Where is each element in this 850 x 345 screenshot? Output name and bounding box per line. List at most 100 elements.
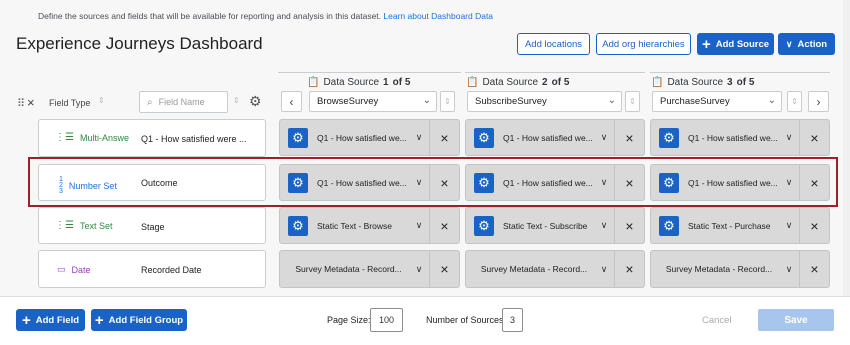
drag-handle-icon[interactable]: ⠿ xyxy=(17,97,25,110)
clipboard-icon: 📋 xyxy=(307,77,320,88)
chevron-down-icon: ⌄ xyxy=(767,95,776,106)
source-2-select[interactable]: SubscribeSurvey ⌄ xyxy=(467,91,622,112)
next-source-button[interactable]: › xyxy=(808,91,829,112)
settings-gear-icon[interactable]: ⚙ xyxy=(249,93,262,110)
add-org-hierarchies-button[interactable]: Add org hierarchies xyxy=(596,33,691,55)
close-icon[interactable]: × xyxy=(27,95,35,110)
chevron-down-icon[interactable]: ∨ xyxy=(409,220,429,231)
remove-icon[interactable]: × xyxy=(614,251,644,287)
mapping-value: Survey Metadata - Record... xyxy=(480,264,588,274)
source-2-divider xyxy=(465,72,645,73)
data-source-3-header: 📋 Data Source 3 of 5 xyxy=(651,77,754,88)
save-button[interactable]: Save xyxy=(758,309,834,331)
remove-icon[interactable]: × xyxy=(799,165,829,200)
source-3-select-value: PurchaseSurvey xyxy=(660,96,730,107)
chevron-down-icon: ∨ xyxy=(785,38,793,49)
chevron-down-icon[interactable]: ∨ xyxy=(409,177,429,188)
action-button[interactable]: ∨ Action xyxy=(778,33,835,55)
field-row-3[interactable]: ⋮☰ Text Set Stage xyxy=(38,207,266,244)
remove-icon[interactable]: × xyxy=(614,120,644,155)
remove-icon[interactable]: × xyxy=(429,251,459,287)
remove-icon[interactable]: × xyxy=(799,120,829,155)
remove-icon[interactable]: × xyxy=(614,165,644,200)
mapping-cell[interactable]: ⚙ Q1 - How satisfied we... ∨ × xyxy=(465,164,645,201)
source-1-select[interactable]: BrowseSurvey ⌄ xyxy=(309,91,437,112)
mapping-cell[interactable]: ⚙ Q1 - How satisfied we... ∨ × xyxy=(279,164,460,201)
chevron-down-icon[interactable]: ∨ xyxy=(779,264,799,275)
remove-icon[interactable]: × xyxy=(429,120,459,155)
source-1-sort-icon[interactable]: ⇕ xyxy=(440,91,455,112)
add-field-button[interactable]: + Add Field xyxy=(16,309,85,331)
sort-icon[interactable]: ⇕ xyxy=(98,96,105,105)
number-of-sources-input[interactable]: 3 xyxy=(502,308,523,332)
chevron-down-icon[interactable]: ∨ xyxy=(594,132,614,143)
remove-icon[interactable]: × xyxy=(799,251,829,287)
sort-name-icon[interactable]: ⇕ xyxy=(233,96,240,105)
mapping-cell[interactable]: ⚙ Static Text - Purchase ∨ × xyxy=(650,207,830,244)
gear-icon[interactable]: ⚙ xyxy=(474,127,494,148)
mapping-value: Q1 - How satisfied we... xyxy=(503,132,593,143)
chevron-down-icon[interactable]: ∨ xyxy=(779,220,799,231)
add-source-label: Add Source xyxy=(715,38,770,50)
chevron-down-icon[interactable]: ∨ xyxy=(594,264,614,275)
mapping-cell[interactable]: ⚙ Q1 - How satisfied we... ∨ × xyxy=(465,119,645,156)
source-1-num: 1 xyxy=(383,77,389,88)
chevron-down-icon: ⌄ xyxy=(422,95,431,106)
learn-more-link[interactable]: Learn about Dashboard Data xyxy=(383,11,493,21)
source-2-sort-icon[interactable]: ⇕ xyxy=(625,91,640,112)
remove-icon[interactable]: × xyxy=(799,208,829,243)
gear-icon[interactable]: ⚙ xyxy=(659,127,679,148)
add-locations-button[interactable]: Add locations xyxy=(517,33,590,55)
gear-icon[interactable]: ⚙ xyxy=(659,215,679,236)
mapping-cell[interactable]: Survey Metadata - Record... ∨ × xyxy=(279,250,460,288)
plus-icon: + xyxy=(701,35,711,53)
source-3-divider xyxy=(650,72,830,73)
mapping-value: Static Text - Subscribe xyxy=(503,220,588,231)
chevron-down-icon: ⌄ xyxy=(607,95,616,106)
add-field-group-label: Add Field Group xyxy=(108,314,184,326)
chevron-down-icon[interactable]: ∨ xyxy=(409,264,429,275)
gear-icon[interactable]: ⚙ xyxy=(288,215,308,236)
source-2-num: 2 xyxy=(542,77,548,88)
mapping-cell[interactable]: ⚙ Q1 - How satisfied we... ∨ × xyxy=(650,119,830,156)
cancel-button[interactable]: Cancel xyxy=(702,315,732,326)
mapping-cell[interactable]: ⚙ Q1 - How satisfied we... ∨ × xyxy=(279,119,460,156)
field-row-2[interactable]: 123 Number Set Outcome xyxy=(38,164,266,201)
gear-icon[interactable]: ⚙ xyxy=(288,172,308,193)
mapping-cell[interactable]: Survey Metadata - Record... ∨ × xyxy=(650,250,830,288)
mapping-value: Survey Metadata - Record... xyxy=(295,264,402,274)
source-3-sort-icon[interactable]: ⇕ xyxy=(787,91,802,112)
gear-icon[interactable]: ⚙ xyxy=(474,172,494,193)
chevron-down-icon[interactable]: ∨ xyxy=(594,177,614,188)
plus-icon: + xyxy=(94,311,104,329)
gear-icon[interactable]: ⚙ xyxy=(659,172,679,193)
mapping-cell[interactable]: Survey Metadata - Record... ∨ × xyxy=(465,250,645,288)
remove-icon[interactable]: × xyxy=(614,208,644,243)
field-type-date: ▭ Date xyxy=(57,264,91,275)
mapping-cell[interactable]: ⚙ Static Text - Subscribe ∨ × xyxy=(465,207,645,244)
field-name-search[interactable]: ⌕ Field Name xyxy=(139,91,228,113)
field-row-1[interactable]: ⋮☰ Multi-Answe Q1 - How satisfied were .… xyxy=(38,119,266,157)
chevron-down-icon[interactable]: ∨ xyxy=(409,132,429,143)
field-row-4[interactable]: ▭ Date Recorded Date xyxy=(38,250,266,288)
remove-icon[interactable]: × xyxy=(429,208,459,243)
intro-text: Define the sources and fields that will … xyxy=(38,11,493,21)
mapping-cell[interactable]: ⚙ Static Text - Browse ∨ × xyxy=(279,207,460,244)
scrollbar[interactable] xyxy=(843,0,850,296)
number-set-icon: 123 xyxy=(59,176,63,195)
page-size-input[interactable]: 100 xyxy=(370,308,403,332)
source-3-select[interactable]: PurchaseSurvey ⌄ xyxy=(652,91,782,112)
gear-icon[interactable]: ⚙ xyxy=(288,127,308,148)
mapping-cell[interactable]: ⚙ Q1 - How satisfied we... ∨ × xyxy=(650,164,830,201)
prev-source-button[interactable]: ‹ xyxy=(281,91,302,112)
gear-icon[interactable]: ⚙ xyxy=(474,215,494,236)
chevron-down-icon[interactable]: ∨ xyxy=(594,220,614,231)
source-2-of: of 5 xyxy=(551,77,570,88)
remove-icon[interactable]: × xyxy=(429,165,459,200)
add-source-button[interactable]: + Add Source xyxy=(697,33,774,55)
chevron-down-icon[interactable]: ∨ xyxy=(779,132,799,143)
source-1-select-value: BrowseSurvey xyxy=(317,96,379,107)
add-field-group-button[interactable]: + Add Field Group xyxy=(91,309,187,331)
chevron-down-icon[interactable]: ∨ xyxy=(779,177,799,188)
intro-description: Define the sources and fields that will … xyxy=(38,11,382,21)
